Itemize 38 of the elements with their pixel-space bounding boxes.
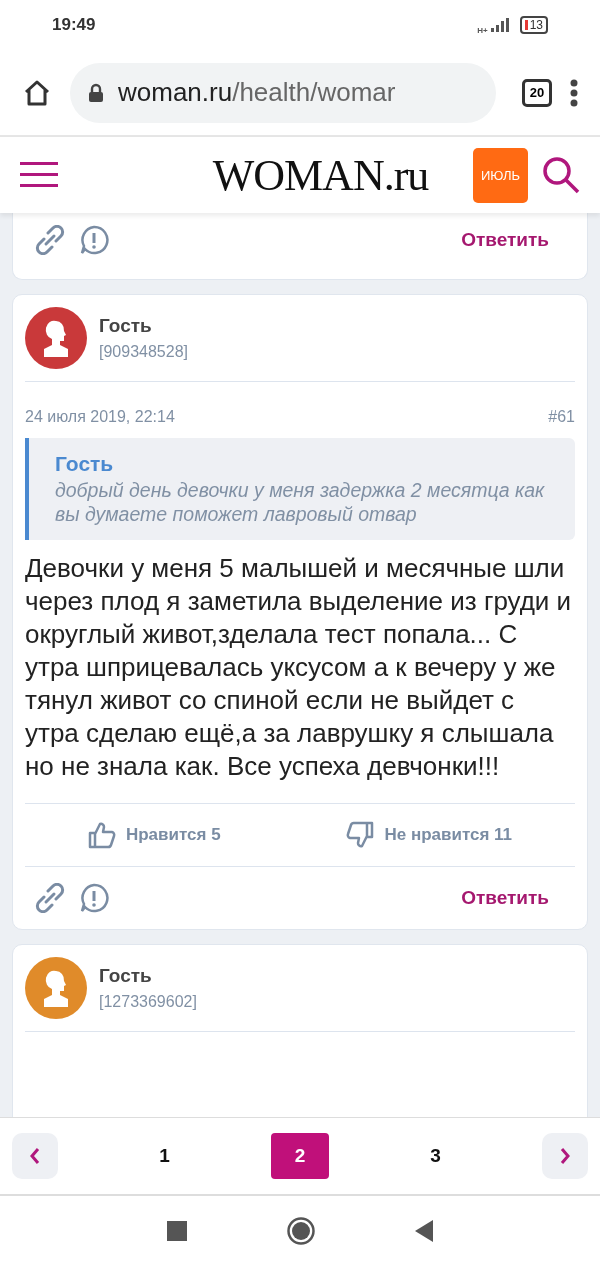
address-bar[interactable]: woman.ru/health/womar bbox=[70, 62, 496, 123]
lock-icon bbox=[88, 82, 104, 103]
search-icon[interactable] bbox=[542, 156, 580, 194]
report-icon[interactable] bbox=[79, 225, 109, 255]
chevron-left-icon bbox=[29, 1147, 41, 1165]
author-name[interactable]: Гость bbox=[99, 965, 197, 987]
clock: 19:49 bbox=[52, 15, 96, 35]
author-id: [1273369602] bbox=[99, 993, 197, 1011]
quote-author: Гость bbox=[55, 452, 115, 476]
reply-button[interactable]: Ответить bbox=[461, 887, 565, 909]
link-icon[interactable] bbox=[35, 225, 65, 255]
thumbs-up-icon bbox=[87, 821, 116, 849]
page-button[interactable]: 3 bbox=[406, 1133, 465, 1179]
avatar-icon bbox=[25, 307, 87, 369]
battery-icon: 13 bbox=[519, 16, 548, 34]
menu-icon[interactable] bbox=[570, 78, 578, 107]
report-icon[interactable] bbox=[79, 883, 109, 913]
reply-button[interactable]: Ответить bbox=[461, 229, 565, 251]
site-logo[interactable]: WOMAN.ru bbox=[182, 149, 459, 201]
home-button-icon[interactable] bbox=[287, 1217, 315, 1245]
previous-page-button[interactable] bbox=[12, 1133, 58, 1179]
quote-text: добрый день девочки у меня задержка 2 месятца как вы думаете поможет лавровый отвар bbox=[55, 478, 546, 526]
chevron-right-icon bbox=[559, 1147, 571, 1165]
link-icon[interactable] bbox=[35, 883, 65, 913]
signal-icon bbox=[490, 18, 509, 32]
network-type: H+ bbox=[477, 25, 488, 35]
menu-icon[interactable] bbox=[20, 162, 58, 188]
author-id: [909348528] bbox=[99, 343, 188, 361]
next-page-button[interactable] bbox=[542, 1133, 588, 1179]
page-button[interactable]: 2 bbox=[271, 1133, 329, 1179]
back-icon[interactable] bbox=[415, 1220, 433, 1242]
post-date: 24 июля 2019, 22:14 bbox=[25, 408, 175, 426]
author-name[interactable]: Гость bbox=[99, 315, 188, 337]
thumbs-down-icon bbox=[346, 821, 375, 849]
page-button[interactable]: 1 bbox=[135, 1133, 194, 1179]
tabs-counter[interactable]: 20 bbox=[522, 78, 552, 107]
comment-text: Девочки у меня 5 малышей и месячные шли через плод я заметила выделение из груди и округлый живот,зделала тест попала... С утра шприцевалась уксусом а к вечеру у же тянул живот со спиной если не выйдет с утра сделаю ещё,а за лаврушку я слышала но не знала как. Все успеха девчонки!!! bbox=[25, 552, 573, 783]
avatar-icon bbox=[25, 957, 87, 1019]
